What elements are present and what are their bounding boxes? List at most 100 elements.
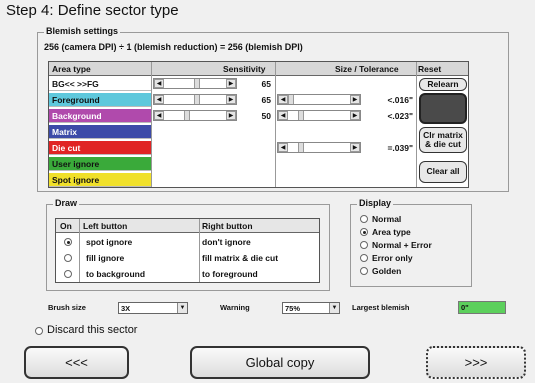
size-tolerance-slider[interactable]: ◀ ▶ — [277, 94, 361, 105]
display-group-title: Display — [357, 198, 394, 208]
arrow-left-icon[interactable]: ◀ — [154, 95, 164, 104]
area-type-label[interactable]: User ignore — [49, 157, 151, 171]
global-copy-button[interactable]: Global copy — [190, 346, 370, 379]
area-type-row[interactable]: Die cut ◀ ▶ =.039" — [49, 141, 468, 155]
arrow-right-icon[interactable]: ▶ — [350, 111, 360, 120]
arrow-right-icon[interactable]: ▶ — [350, 95, 360, 104]
display-option-label[interactable]: Golden — [372, 266, 401, 276]
slider-thumb[interactable] — [194, 79, 200, 88]
blemish-settings-title: Blemish settings — [44, 26, 121, 36]
area-type-grid: Area type Sensitivity Size / Tolerance R… — [48, 61, 469, 188]
arrow-left-icon[interactable]: ◀ — [278, 143, 288, 152]
size-tolerance-value: =.039" — [387, 143, 413, 153]
draw-on-radio[interactable] — [64, 238, 72, 246]
next-button[interactable]: >>> — [426, 346, 526, 379]
largest-blemish-value: 0" — [461, 303, 469, 312]
header-area-type: Area type — [52, 64, 91, 74]
draw-left-button-action: fill ignore — [86, 253, 125, 263]
size-tolerance-value: <.023" — [387, 111, 413, 121]
display-option-label[interactable]: Error only — [372, 253, 413, 263]
chevron-down-icon[interactable]: ▼ — [177, 303, 187, 313]
back-button[interactable]: <<< — [24, 346, 129, 379]
display-option-radio[interactable] — [360, 228, 368, 236]
draw-header-on: On — [60, 221, 72, 231]
sensitivity-value: 50 — [261, 111, 271, 121]
draw-group-title: Draw — [53, 198, 80, 208]
sensitivity-preview-button[interactable] — [419, 93, 467, 124]
slider-thumb[interactable] — [298, 111, 304, 120]
area-type-label[interactable]: Background — [49, 109, 151, 123]
sensitivity-value: 65 — [261, 79, 271, 89]
draw-right-button-action: to foreground — [202, 269, 258, 279]
discard-sector-label[interactable]: Discard this sector — [47, 324, 137, 336]
display-option-label[interactable]: Normal — [372, 214, 401, 224]
sensitivity-slider[interactable]: ◀ ▶ — [153, 94, 237, 105]
size-tolerance-value: <.016" — [387, 95, 413, 105]
area-type-row[interactable]: Foreground ◀ ▶ 65 ◀ ▶ <.016" — [49, 93, 468, 107]
arrow-left-icon[interactable]: ◀ — [154, 111, 164, 120]
draw-right-button-action: don't ignore — [202, 237, 251, 247]
brush-size-label: Brush size — [48, 303, 86, 312]
draw-row[interactable]: spot ignore don't ignore — [56, 235, 319, 249]
slider-thumb[interactable] — [288, 95, 294, 104]
warning-value: 75% — [285, 304, 301, 313]
area-type-row[interactable]: Background ◀ ▶ 50 ◀ ▶ <.023" — [49, 109, 468, 123]
sensitivity-slider[interactable]: ◀ ▶ — [153, 110, 237, 121]
draw-row[interactable]: fill ignore fill matrix & die cut — [56, 251, 319, 265]
draw-right-button-action: fill matrix & die cut — [202, 253, 279, 263]
clear-all-button[interactable]: Clear all — [419, 161, 467, 183]
arrow-left-icon[interactable]: ◀ — [278, 111, 288, 120]
arrow-right-icon[interactable]: ▶ — [226, 95, 236, 104]
draw-left-button-action: spot ignore — [86, 237, 133, 247]
display-option-radio[interactable] — [360, 215, 368, 223]
display-option-radio[interactable] — [360, 241, 368, 249]
area-type-row[interactable]: Matrix — [49, 125, 468, 139]
draw-left-button-action: to background — [86, 269, 146, 279]
area-type-label[interactable]: BG<< >>FG — [49, 77, 151, 91]
arrow-right-icon[interactable]: ▶ — [350, 143, 360, 152]
area-type-label[interactable]: Foreground — [49, 93, 151, 107]
area-type-row[interactable]: BG<< >>FG ◀ ▶ 65 — [49, 77, 468, 91]
largest-blemish-label: Largest blemish — [352, 303, 410, 312]
discard-sector-radio[interactable] — [35, 327, 43, 335]
largest-blemish-value-box: 0" — [458, 301, 506, 314]
arrow-right-icon[interactable]: ▶ — [226, 111, 236, 120]
warning-select[interactable]: 75% ▼ — [282, 302, 340, 314]
size-tolerance-slider[interactable]: ◀ ▶ — [277, 142, 361, 153]
brush-size-select[interactable]: 3X ▼ — [118, 302, 188, 314]
area-type-label[interactable]: Die cut — [49, 141, 151, 155]
display-option-label[interactable]: Area type — [372, 227, 411, 237]
arrow-left-icon[interactable]: ◀ — [278, 95, 288, 104]
draw-table: On Left button Right button spot ignore d… — [55, 218, 320, 283]
draw-header-left: Left button — [83, 221, 128, 231]
draw-on-radio[interactable] — [64, 270, 72, 278]
draw-on-radio[interactable] — [64, 254, 72, 262]
header-size-tolerance: Size / Tolerance — [335, 64, 399, 74]
page-title: Step 4: Define sector type — [6, 2, 179, 19]
display-option-radio[interactable] — [360, 254, 368, 262]
brush-size-value: 3X — [121, 304, 131, 313]
relearn-button[interactable]: Relearn — [419, 78, 467, 91]
warning-label: Warning — [220, 303, 250, 312]
sensitivity-slider[interactable]: ◀ ▶ — [153, 78, 237, 89]
area-type-label[interactable]: Matrix — [49, 125, 151, 139]
display-option-label[interactable]: Normal + Error — [372, 240, 432, 250]
sensitivity-value: 65 — [261, 95, 271, 105]
size-tolerance-slider[interactable]: ◀ ▶ — [277, 110, 361, 121]
area-type-row[interactable]: User ignore — [49, 157, 468, 171]
header-reset: Reset — [418, 64, 442, 74]
slider-thumb[interactable] — [184, 111, 190, 120]
area-type-row[interactable]: Spot ignore — [49, 173, 468, 187]
slider-thumb[interactable] — [298, 143, 304, 152]
arrow-left-icon[interactable]: ◀ — [154, 79, 164, 88]
area-type-label[interactable]: Spot ignore — [49, 173, 151, 187]
draw-row[interactable]: to background to foreground — [56, 267, 319, 281]
chevron-down-icon[interactable]: ▼ — [329, 303, 339, 313]
clr-matrix-die-cut-button[interactable]: Clr matrix & die cut — [419, 127, 467, 153]
dpi-formula: 256 (camera DPI) ÷ 1 (blemish reduction)… — [44, 42, 303, 52]
slider-thumb[interactable] — [194, 95, 200, 104]
grid-header-row: Area type Sensitivity Size / Tolerance R… — [49, 62, 468, 76]
arrow-right-icon[interactable]: ▶ — [226, 79, 236, 88]
draw-header-row: On Left button Right button — [56, 219, 319, 233]
display-option-radio[interactable] — [360, 267, 368, 275]
